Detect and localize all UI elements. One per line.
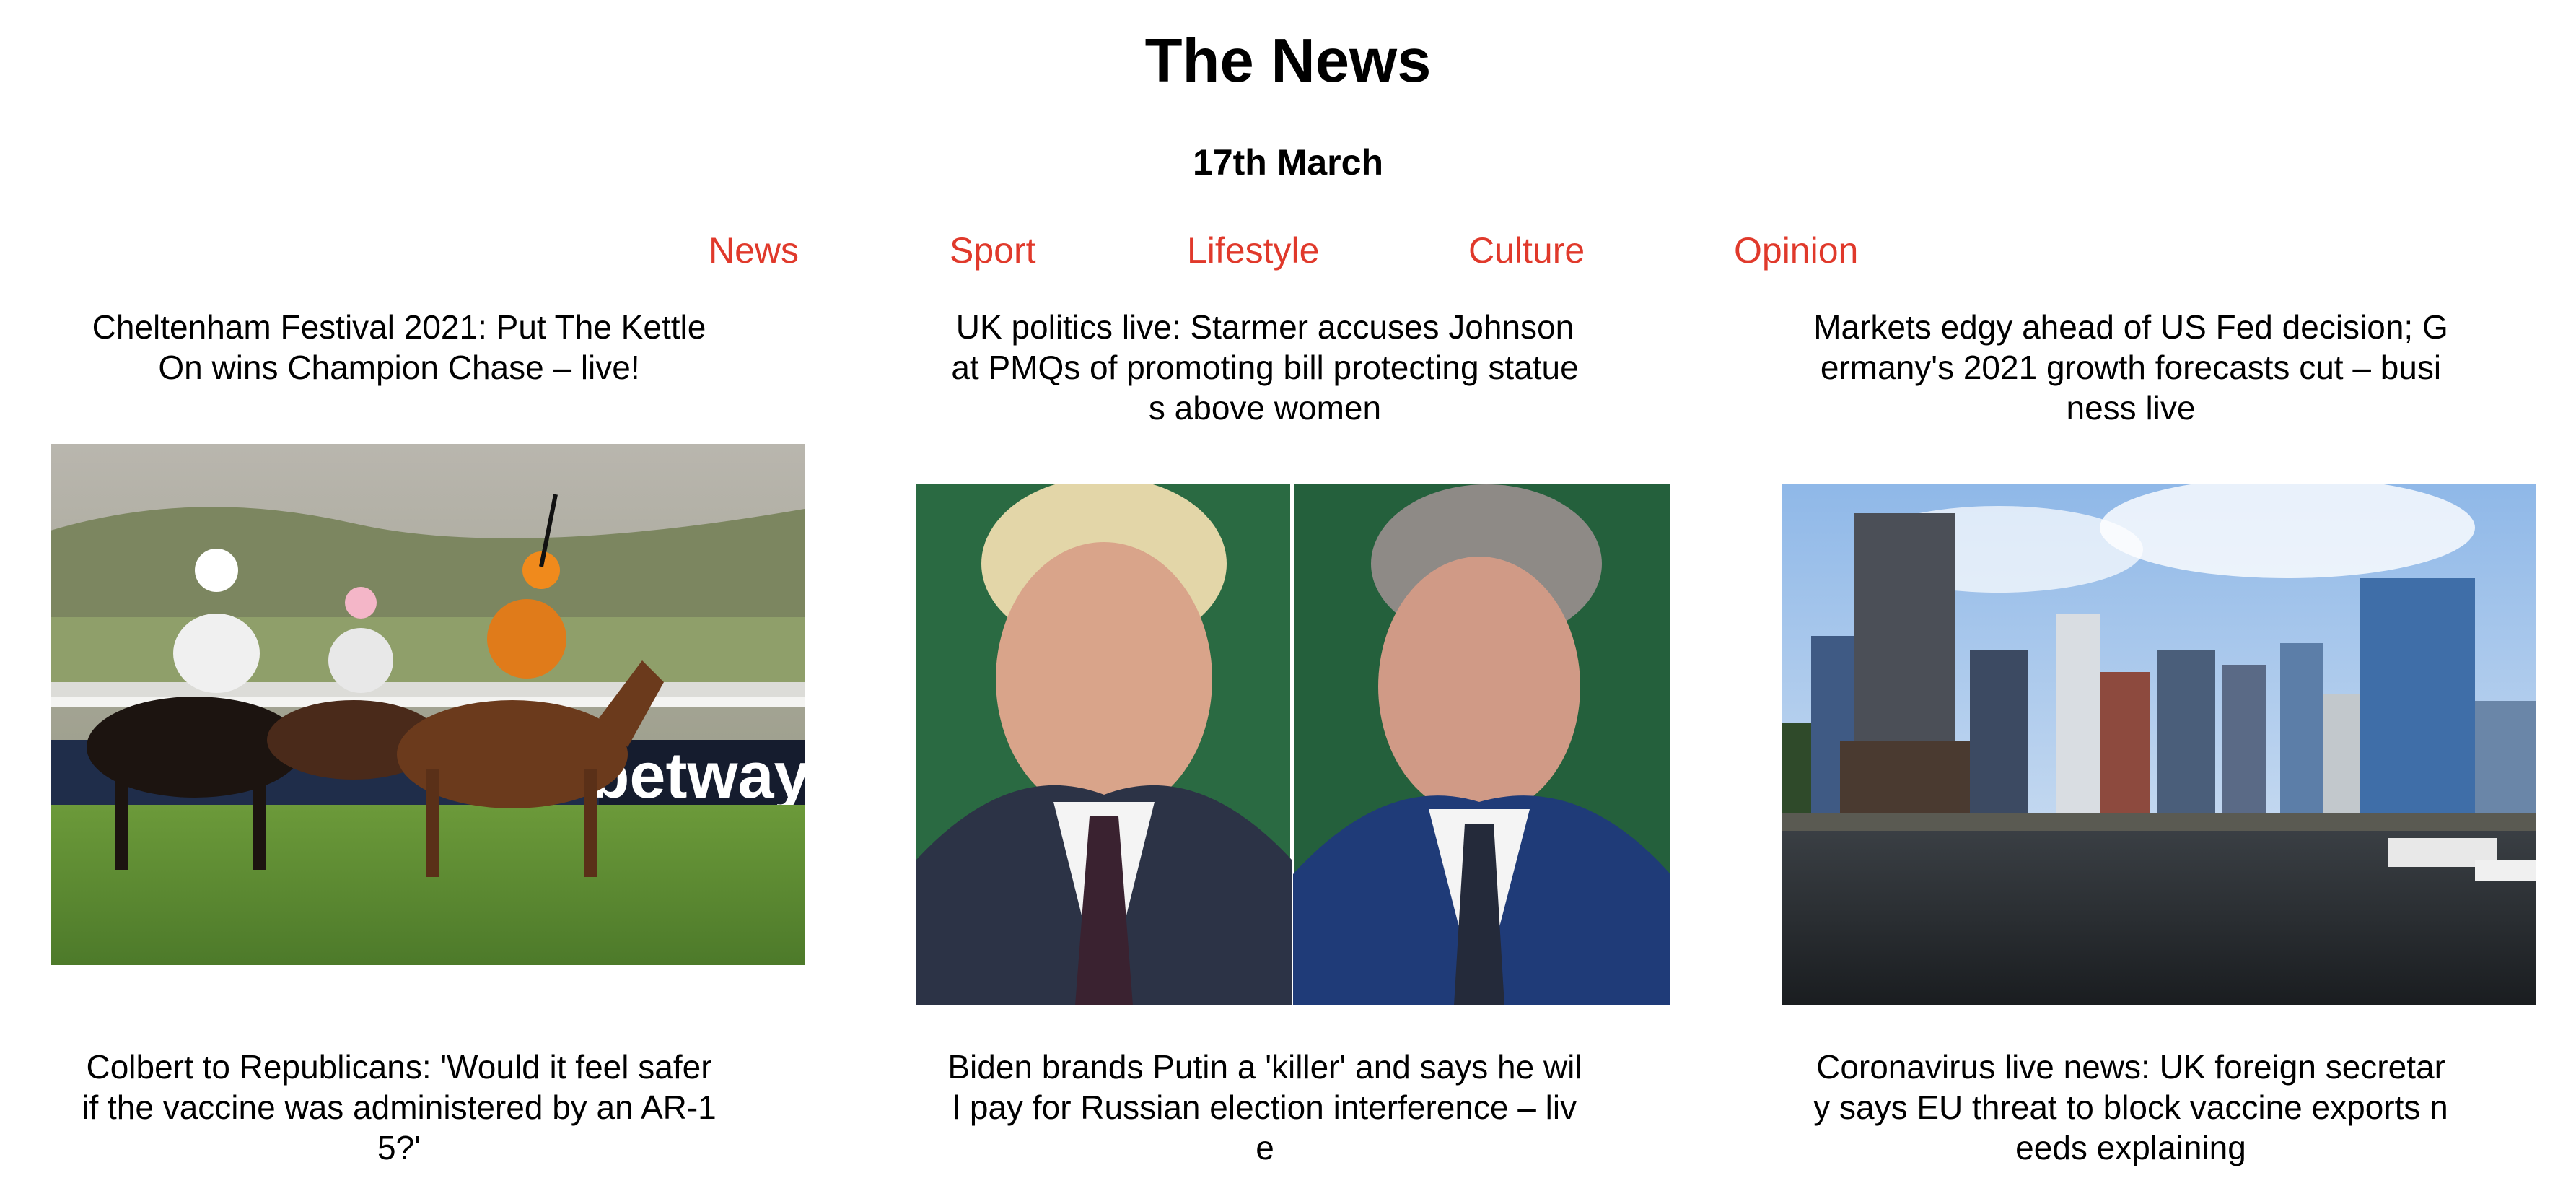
article-headline[interactable]: Cheltenham Festival 2021: Put The Kettle… (82, 307, 717, 388)
article-headline[interactable]: UK politics live: Starmer accuses Johnso… (947, 307, 1582, 428)
horse-racing-photo[interactable]: betway (51, 444, 805, 965)
nav-link-culture[interactable]: Culture (1468, 231, 1585, 271)
article-headline[interactable]: Markets edgy ahead of US Fed decision; G… (1813, 307, 2448, 428)
section-nav: News Sport Lifestyle Culture Opinion (0, 231, 2576, 274)
article-headline[interactable]: Coronavirus live news: UK foreign secret… (1813, 1047, 2448, 1168)
politicians-photo[interactable] (916, 484, 1670, 1005)
article-headline[interactable]: Biden brands Putin a 'killer' and says h… (947, 1047, 1582, 1168)
nav-link-opinion[interactable]: Opinion (1734, 231, 1858, 271)
nav-link-lifestyle[interactable]: Lifestyle (1187, 231, 1319, 271)
page-title: The News (1144, 27, 1432, 95)
page-date: 17th March (1193, 142, 1383, 183)
nav-link-sport[interactable]: Sport (950, 231, 1036, 271)
city-skyline-photo[interactable] (1782, 484, 2536, 1005)
article-headline[interactable]: Colbert to Republicans: 'Would it feel s… (82, 1047, 717, 1168)
nav-link-news[interactable]: News (709, 231, 799, 271)
